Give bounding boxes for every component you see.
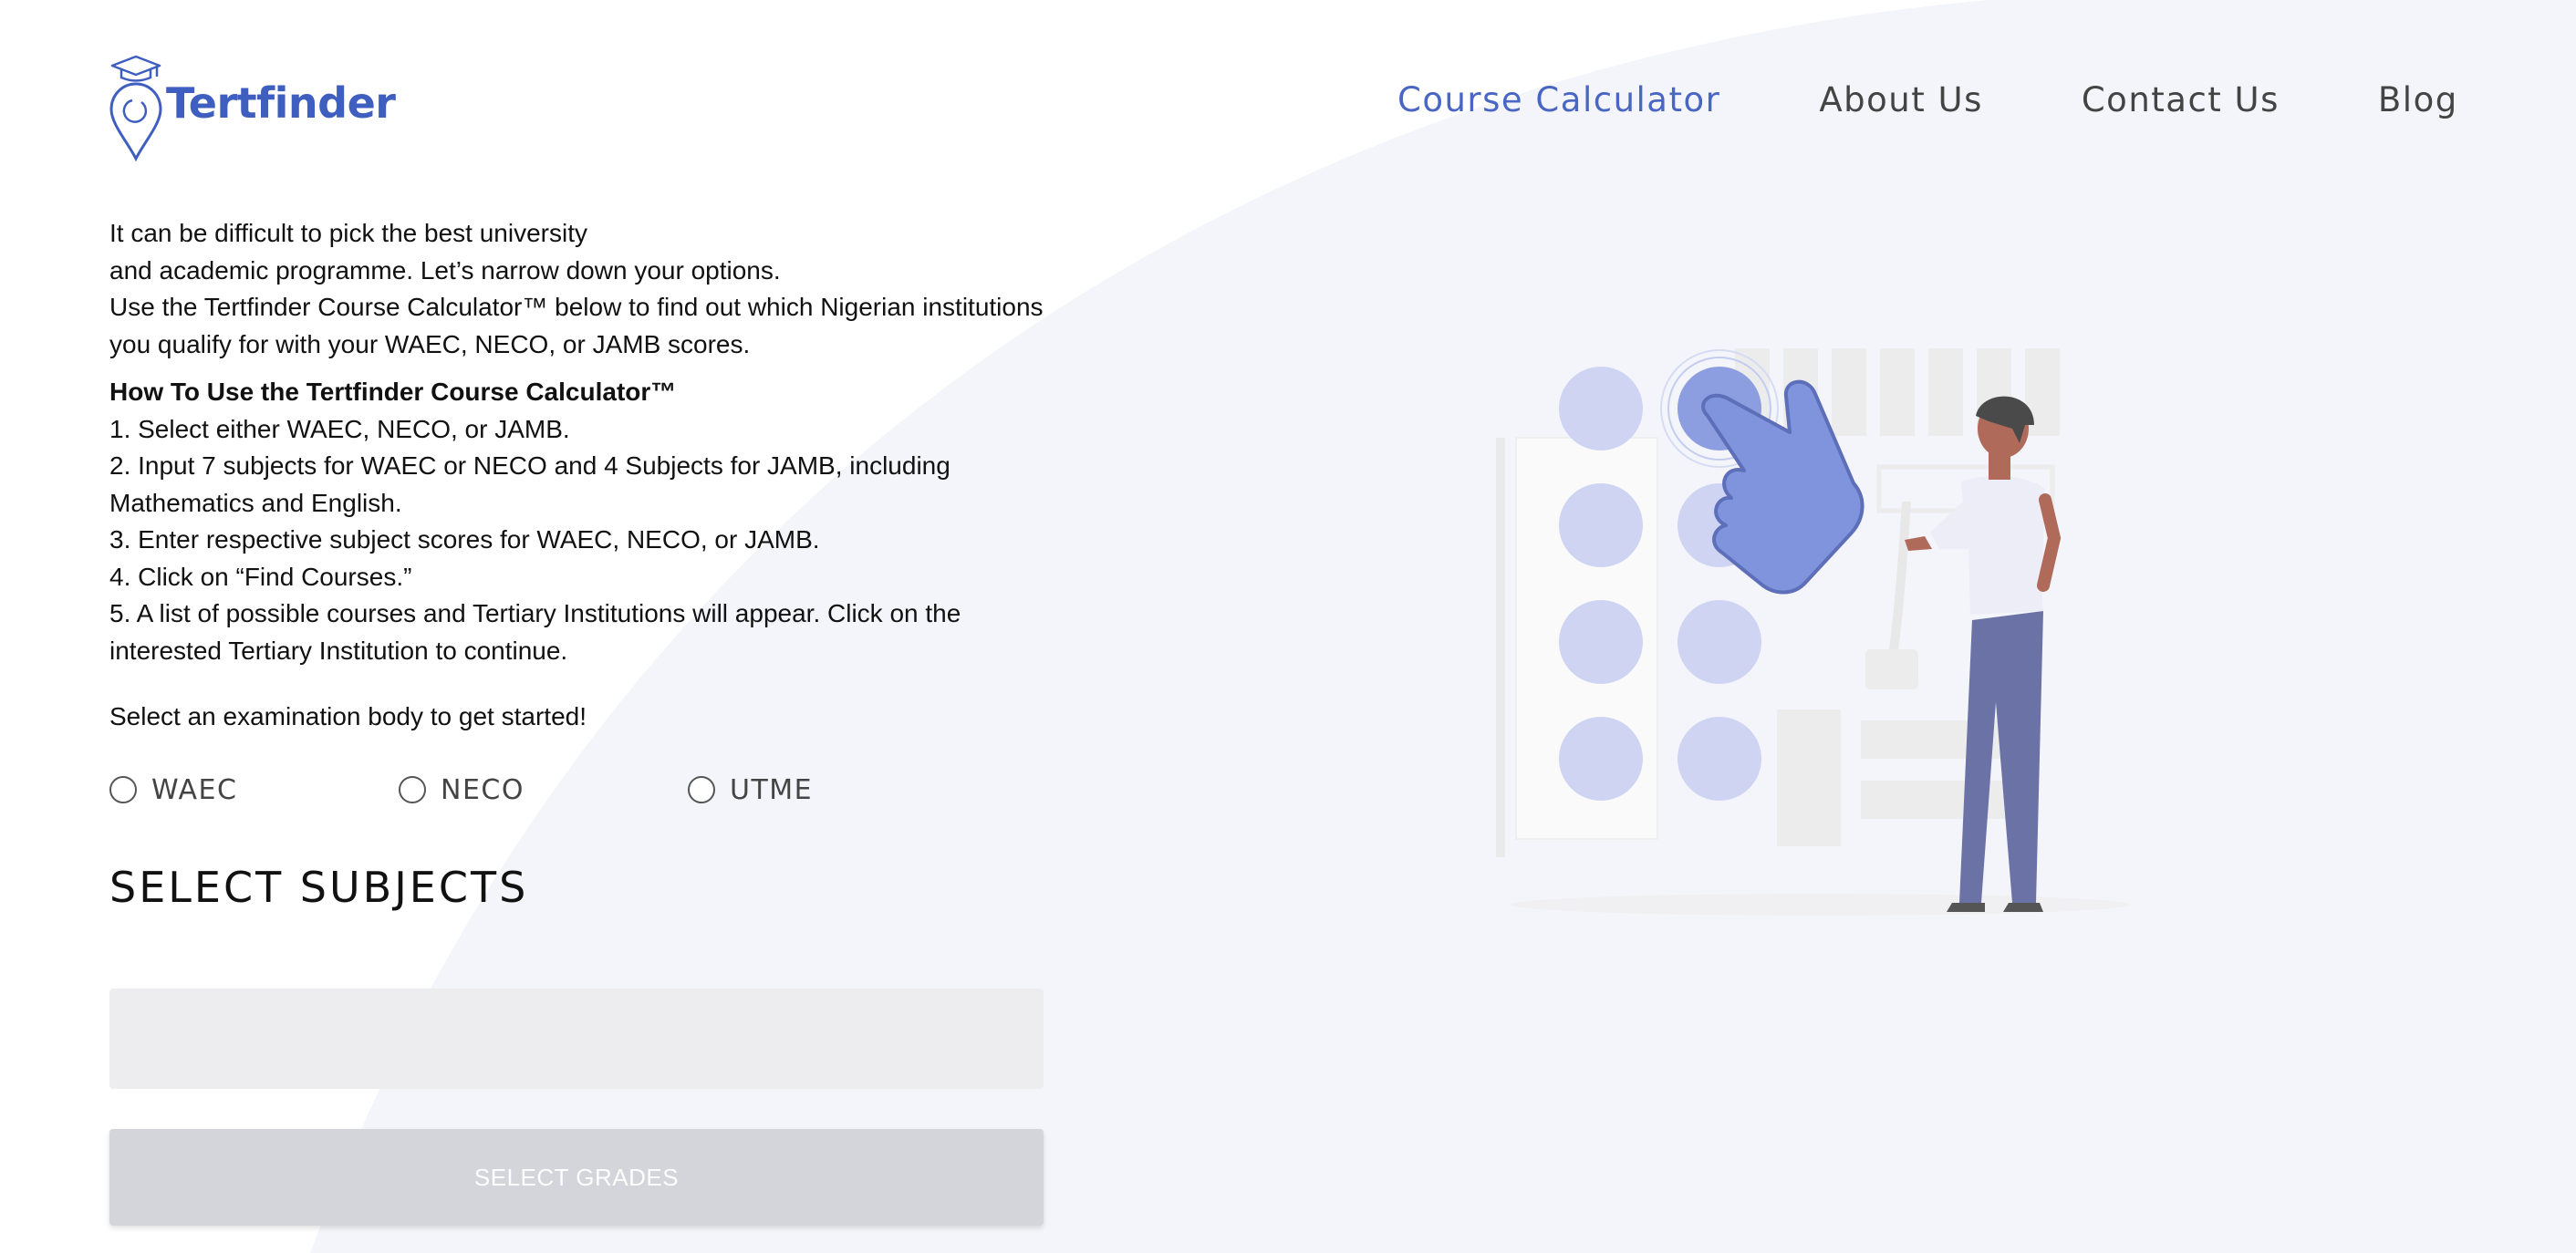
instruction-line: 4. Click on “Find Courses.”: [109, 562, 412, 591]
select-subjects-heading: SELECT SUBJECTS: [109, 862, 529, 912]
person: [1905, 396, 2062, 912]
nav-blog[interactable]: Blog: [2378, 80, 2458, 119]
start-prompt: Select an examination body to get starte…: [109, 702, 587, 730]
instruction-line: 2. Input 7 subjects for WAEC or NECO and…: [109, 451, 950, 480]
select-grades-button[interactable]: SELECT GRADES: [109, 1129, 1044, 1226]
how-to-instructions: How To Use the Tertfinder Course Calcula…: [109, 374, 1058, 669]
logo[interactable]: Tertfinder: [108, 53, 396, 162]
main-nav: Course Calculator About Us Contact Us Bl…: [1397, 80, 2557, 119]
intro-text: It can be difficult to pick the best uni…: [109, 215, 1058, 363]
radio-label: WAEC: [151, 773, 238, 806]
radio-button[interactable]: [399, 776, 426, 803]
calculator-intro: It can be difficult to pick the best uni…: [109, 215, 1058, 912]
instruction-line: 5. A list of possible courses and Tertia…: [109, 599, 961, 627]
instruction-line: Mathematics and English.: [109, 488, 402, 517]
site-header: Tertfinder Course Calculator About Us Co…: [0, 0, 2576, 210]
intro-line: It can be difficult to pick the best uni…: [109, 219, 587, 247]
intro-line: and academic programme. Let’s narrow dow…: [109, 255, 781, 285]
intro-line: Use the Tertfinder Course Calculator™ be…: [109, 293, 1044, 321]
radio-waec[interactable]: WAEC: [109, 774, 399, 806]
graduation-cap-location-pin-icon: [109, 55, 162, 162]
exam-body-radio-group: WAEC NECO UTME: [109, 774, 1058, 806]
instruction-line: 3. Enter respective subject scores for W…: [109, 525, 820, 554]
instruction-line: interested Tertiary Institution to conti…: [109, 636, 568, 665]
intro-line: you qualify for with your WAEC, NECO, or…: [109, 329, 751, 358]
radio-button[interactable]: [688, 776, 715, 803]
nav-about-us[interactable]: About Us: [1819, 80, 1983, 119]
person-pressing-button-illustration: [1496, 348, 2130, 916]
instruction-line: 1. Select either WAEC, NECO, or JAMB.: [109, 414, 570, 443]
radio-neco[interactable]: NECO: [399, 774, 688, 806]
radio-button[interactable]: [109, 776, 137, 803]
nav-course-calculator[interactable]: Course Calculator: [1397, 80, 1720, 119]
brand-name: Tertfinder: [166, 78, 396, 128]
radio-label: NECO: [441, 773, 525, 806]
radio-utme[interactable]: UTME: [688, 774, 977, 806]
subjects-select-field[interactable]: [109, 989, 1044, 1089]
how-to-title: How To Use the Tertfinder Course Calcula…: [109, 378, 677, 406]
radio-label: UTME: [730, 773, 814, 806]
nav-contact-us[interactable]: Contact Us: [2082, 80, 2280, 119]
